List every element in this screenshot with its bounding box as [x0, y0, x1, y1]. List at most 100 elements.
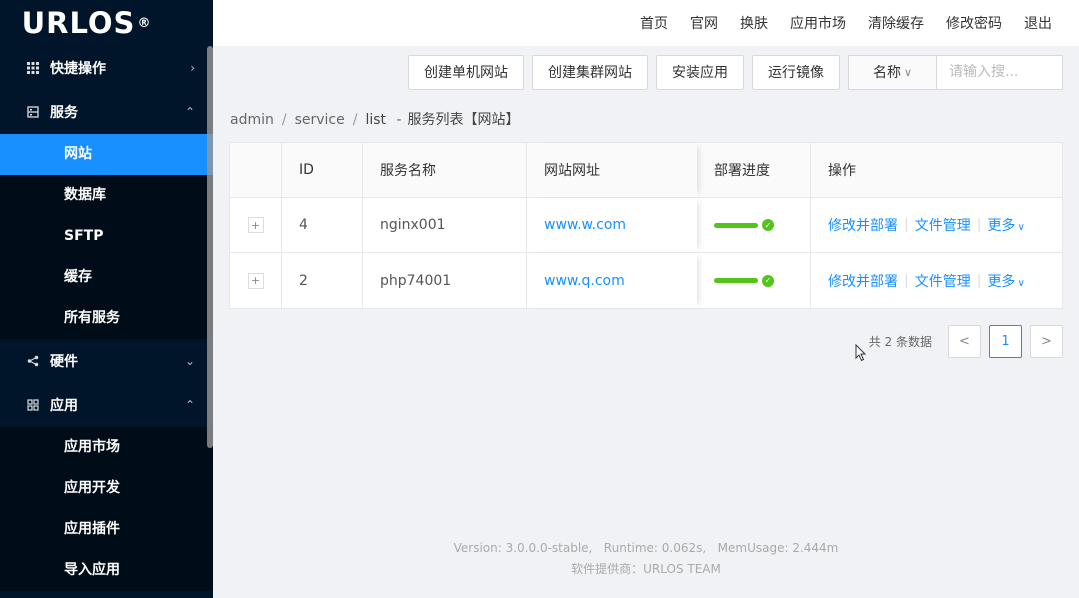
file-manager-link[interactable]: 文件管理	[915, 215, 971, 235]
table-row: + 4 nginx001 www.w.com ✓ 修改并部署 | 文件管理 | 更多…	[230, 198, 1062, 253]
create-single-site-button[interactable]: 创建单机网站	[408, 54, 524, 90]
sidebar-item-cache[interactable]: 缓存	[0, 257, 213, 298]
sidebar-group-label: 服务	[50, 105, 78, 121]
more-dropdown[interactable]: 更多 ∨	[987, 271, 1024, 291]
nav-skin[interactable]: 换肤	[740, 13, 768, 33]
progress-bar	[714, 222, 758, 228]
row-site-url-link[interactable]: www.w.com	[544, 217, 626, 233]
chevron-down-icon: ∨	[1017, 222, 1025, 233]
actions-cell: 修改并部署 | 文件管理 | 更多 ∨	[811, 253, 1062, 308]
search-input[interactable]	[937, 55, 1062, 89]
next-page-button[interactable]: >	[1030, 325, 1063, 358]
header-expand	[230, 143, 282, 197]
row-site-url-link[interactable]: www.q.com	[544, 273, 625, 289]
file-manager-link[interactable]: 文件管理	[915, 271, 971, 291]
row-service-name: nginx001	[363, 198, 527, 252]
sidebar-item-app-market[interactable]: 应用市场	[0, 427, 213, 468]
page-number-button[interactable]: 1	[989, 325, 1022, 358]
header-id: ID	[282, 143, 363, 197]
chevron-up-icon: ⌃	[184, 105, 195, 119]
run-image-button[interactable]: 运行镜像	[752, 54, 840, 90]
chevron-down-icon: ⌄	[184, 354, 195, 368]
toolbar: 创建单机网站 创建集群网站 安装应用 运行镜像 名称 ∨	[213, 46, 1079, 98]
logo-text: URLOS	[21, 6, 136, 40]
sidebar: URLOS ® 快捷操作 › 服务 ⌃ 网站 数据库 SFTP 缓存 所有服务 硬…	[0, 0, 213, 598]
header-name: 服务名称	[363, 143, 527, 197]
modify-deploy-link[interactable]: 修改并部署	[828, 271, 898, 291]
top-nav: 首页 官网 换肤 应用市场 清除缓存 修改密码 退出	[213, 0, 1079, 46]
ops-divider: |	[976, 272, 982, 289]
ops-divider: |	[904, 217, 909, 233]
sidebar-item-app-plugins[interactable]: 应用插件	[0, 509, 213, 550]
progress-cell: ✓	[697, 198, 811, 252]
more-label: 更多	[987, 218, 1016, 234]
deploy-progress: ✓	[714, 274, 774, 287]
logo: URLOS ®	[0, 0, 213, 46]
prev-page-button[interactable]: <	[948, 325, 981, 358]
sidebar-item-database[interactable]: 数据库	[0, 175, 213, 216]
search-field-select-label: 名称	[872, 65, 901, 81]
nav-official-site[interactable]: 官网	[690, 13, 718, 33]
more-dropdown[interactable]: 更多 ∨	[987, 215, 1024, 235]
pagination: 共 2 条数据 < 1 >	[869, 325, 1063, 358]
nav-logout[interactable]: 退出	[1024, 13, 1052, 33]
sidebar-item-all-services[interactable]: 所有服务	[0, 298, 213, 339]
actions-cell: 修改并部署 | 文件管理 | 更多 ∨	[811, 198, 1062, 252]
create-cluster-site-button[interactable]: 创建集群网站	[532, 54, 648, 90]
sidebar-group-quick-ops[interactable]: 快捷操作 ›	[0, 46, 213, 90]
breadcrumb-list: list	[365, 112, 387, 128]
modify-deploy-link[interactable]: 修改并部署	[828, 215, 898, 235]
breadcrumb-admin[interactable]: admin	[230, 112, 274, 128]
install-app-button[interactable]: 安装应用	[656, 54, 744, 90]
sidebar-group-label: 硬件	[50, 354, 78, 370]
progress-cell: ✓	[697, 253, 811, 308]
breadcrumb-service[interactable]: service	[295, 112, 345, 128]
table-row: + 2 php74001 www.q.com ✓ 修改并部署 | 文件管理 | 更多…	[230, 253, 1062, 308]
chevron-up-icon: ⌃	[184, 398, 195, 412]
total-count: 共 2 条数据	[868, 335, 932, 349]
check-circle-icon: ✓	[762, 274, 774, 287]
grid-icon	[26, 61, 40, 75]
deploy-progress: ✓	[714, 219, 774, 231]
chevron-right-icon: ›	[190, 61, 195, 75]
footer: Version: 3.0.0.0-stable, Runtime: 0.062s…	[213, 538, 1079, 580]
nav-change-password[interactable]: 修改密码	[946, 13, 1002, 33]
chevron-down-icon: ∨	[1017, 277, 1025, 289]
breadcrumb-dash: -	[396, 112, 402, 128]
nav-home[interactable]: 首页	[640, 13, 668, 33]
more-label: 更多	[987, 273, 1016, 290]
sidebar-group-hardware[interactable]: 硬件 ⌄	[0, 339, 213, 383]
sidebar-item-app-dev[interactable]: 应用开发	[0, 468, 213, 509]
chevron-down-icon: ∨	[903, 65, 913, 79]
logo-registered-mark: ®	[137, 15, 152, 31]
check-circle-icon: ✓	[762, 219, 774, 231]
nav-clear-cache[interactable]: 清除缓存	[868, 13, 924, 33]
progress-bar	[714, 278, 758, 283]
sidebar-group-label: 快捷操作	[50, 61, 106, 77]
expand-cell: +	[230, 198, 282, 252]
table-header: ID 服务名称 网站网址 部署进度 操作	[230, 143, 1062, 198]
search-group: 名称 ∨	[848, 54, 1063, 90]
header-url: 网站网址	[527, 143, 697, 197]
mouse-pointer-icon	[855, 343, 867, 366]
expand-row-button[interactable]: +	[247, 272, 264, 289]
sidebar-item-import-app[interactable]: 导入应用	[0, 550, 213, 591]
expand-row-button[interactable]: +	[247, 217, 264, 233]
services-submenu: 网站 数据库 SFTP 缓存 所有服务	[0, 134, 213, 339]
row-service-name: php74001	[363, 253, 527, 308]
ops-divider: |	[976, 217, 982, 233]
header-progress: 部署进度	[697, 143, 811, 197]
nav-app-market[interactable]: 应用市场	[790, 13, 846, 33]
url-cell: www.w.com	[527, 198, 697, 252]
search-field-select[interactable]: 名称 ∨	[849, 55, 937, 89]
server-icon	[26, 105, 40, 119]
sidebar-scrollbar[interactable]	[207, 46, 213, 448]
sidebar-group-services[interactable]: 服务 ⌃	[0, 90, 213, 134]
footer-vendor: 软件提供商：URLOS TEAM	[571, 562, 721, 576]
apps-submenu: 应用市场 应用开发 应用插件 导入应用	[0, 427, 213, 591]
sidebar-item-website[interactable]: 网站	[0, 134, 213, 175]
sidebar-item-sftp[interactable]: SFTP	[0, 216, 213, 257]
breadcrumb-separator: /	[281, 112, 287, 128]
sidebar-group-apps[interactable]: 应用 ⌃	[0, 383, 213, 427]
url-cell: www.q.com	[527, 253, 697, 308]
